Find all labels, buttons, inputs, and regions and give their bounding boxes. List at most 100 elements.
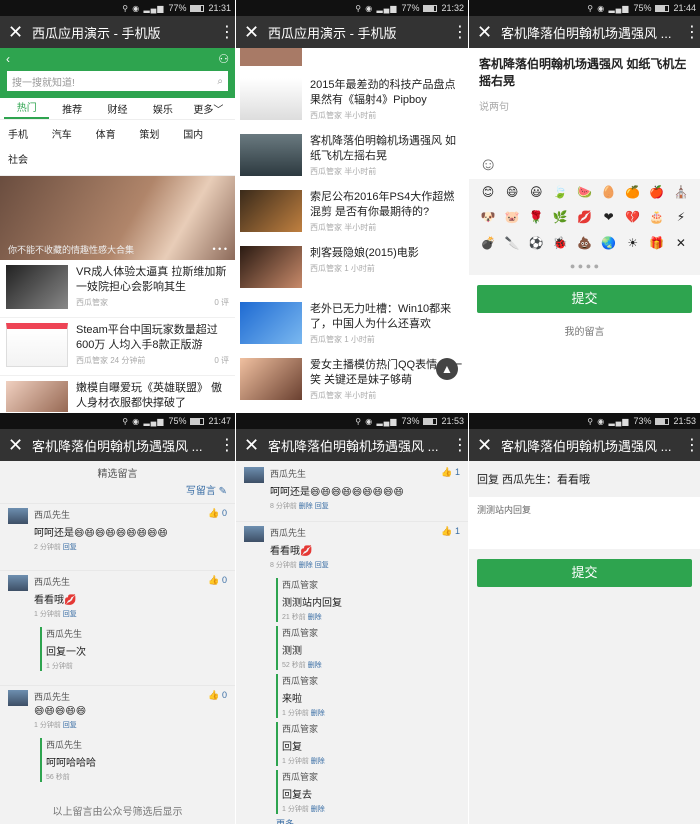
close-icon[interactable]: ✕ (477, 23, 492, 41)
more-menu-icon[interactable]: ⋮ (684, 435, 700, 455)
more-menu-icon[interactable]: ⋮ (219, 22, 235, 42)
emoji-icon[interactable]: 🔪 (501, 236, 523, 255)
emoji-icon[interactable]: ❤ (598, 210, 620, 229)
emoji-icon[interactable]: 😊 (477, 185, 499, 204)
category-item[interactable]: 汽车 (52, 126, 96, 145)
section-header: 精选留言 (97, 469, 138, 480)
category-tabs: 热门 推荐 财经 娱乐 更多﹀ (0, 98, 235, 120)
emoji-icon[interactable]: ⚽ (525, 236, 547, 255)
tab-entertainment[interactable]: 娱乐 (140, 101, 185, 116)
like-button[interactable]: 👍 0 (208, 508, 227, 521)
delete-link[interactable]: 删除 (311, 806, 325, 813)
avatar (8, 575, 28, 591)
comment-input[interactable]: 说两句 (469, 98, 700, 150)
news-item[interactable]: 爱女主播模仿热门QQ表情 君一笑 关键还是妹子够萌 西瓜管家 半小时前 (236, 354, 468, 410)
emoji-icon[interactable]: 🍎 (646, 185, 668, 204)
back-icon[interactable]: ‹ (6, 52, 10, 68)
search-input[interactable]: 搜一搜就知道! ⌕ (6, 70, 229, 92)
emoji-icon[interactable]: 💔 (622, 210, 644, 229)
reply-input[interactable]: 测测站内回复 (469, 497, 700, 549)
footer-note: 以上留言由公众号筛选后显示 (52, 807, 183, 818)
tab-recommend[interactable]: 推荐 (49, 101, 94, 116)
search-icon[interactable]: ⌕ (217, 76, 223, 87)
news-item[interactable]: 2015年最差劲的科技产品盘点 果然有《辐射4》Pipboy 西瓜管家 半小时前 (236, 74, 468, 130)
emoji-icon[interactable]: 😃 (525, 185, 547, 204)
delete-link[interactable]: 删除 (311, 758, 325, 765)
more-menu-icon[interactable]: ⋮ (219, 435, 235, 455)
delete-link[interactable]: 删除 (299, 562, 313, 569)
like-button[interactable]: 👍 0 (208, 575, 227, 588)
emoji-icon[interactable]: 🥚 (598, 185, 620, 204)
category-item[interactable]: 策划 (139, 126, 183, 145)
tab-finance[interactable]: 财经 (95, 101, 140, 116)
emoji-icon[interactable]: 💣 (477, 236, 499, 255)
close-icon[interactable]: ✕ (244, 23, 259, 41)
delete-link[interactable]: 删除 (299, 503, 313, 510)
user-icon[interactable]: ⚇ (218, 52, 229, 68)
emoji-icon[interactable]: ⛪ (670, 185, 692, 204)
news-thumbnail (6, 381, 68, 412)
category-item[interactable]: 国内 (183, 126, 227, 145)
comment-item: 西瓜先生 👍 0 呵呵还是😄😄😄😄😄😄😄😄😄 2 分钟前 回复 (0, 503, 235, 556)
category-item[interactable]: 社会 (8, 151, 52, 170)
news-item[interactable]: VR成人体验太逼真 拉斯维加斯一妓院担心会影响其生 西瓜管家 0 评 (0, 260, 235, 318)
close-icon[interactable]: ✕ (8, 436, 23, 454)
emoji-icon[interactable]: 😄 (501, 185, 523, 204)
reply-link[interactable]: 回复 (315, 562, 329, 569)
emoji-icon[interactable]: 🎁 (646, 236, 668, 255)
like-button[interactable]: 👍 1 (441, 467, 460, 480)
emoji-icon[interactable]: 🍉 (573, 185, 595, 204)
close-icon[interactable]: ✕ (244, 436, 259, 454)
delete-link[interactable]: 删除 (308, 614, 322, 621)
like-button[interactable]: 👍 1 (441, 526, 460, 539)
emoji-icon[interactable]: 🌿 (549, 210, 571, 229)
emoji-toggle-icon[interactable]: ☺ (479, 154, 497, 174)
tab-hot[interactable]: 热门 (4, 99, 50, 119)
tab-more[interactable]: 更多﹀ (186, 101, 231, 116)
category-item[interactable]: 体育 (96, 126, 140, 145)
news-thumbnail (240, 302, 302, 344)
submit-button[interactable]: 提交 (477, 559, 692, 587)
reply-link[interactable]: 回复 (63, 722, 77, 729)
emoji-icon[interactable]: ☀ (622, 236, 644, 255)
reply-link[interactable]: 回复 (63, 611, 77, 618)
emoji-icon[interactable]: 🌏 (598, 236, 620, 255)
emoji-icon[interactable]: 🐞 (549, 236, 571, 255)
close-icon[interactable]: ✕ (8, 23, 23, 41)
news-item[interactable]: 索尼公布2016年PS4大作超燃混剪 是否有你最期待的? 西瓜管家 半小时前 (236, 186, 468, 242)
news-item[interactable]: 刺客聂隐娘(2015)电影 西瓜管家 1 小时前 (236, 242, 468, 298)
emoji-icon[interactable]: 🍃 (549, 185, 571, 204)
news-item[interactable]: Steam平台中国玩家数量超过600万 人均入手8款正版游 西瓜管家 24 分钟… (0, 318, 235, 376)
my-comments-link[interactable]: 我的留言 (469, 323, 700, 338)
like-button[interactable]: 👍 0 (208, 690, 227, 703)
more-link[interactable]: 更多 (276, 817, 468, 824)
app-bar: ✕ 客机降落伯明翰机场遇强风 ... ⋮ (236, 429, 468, 461)
emoji-icon[interactable]: 🐶 (477, 210, 499, 229)
write-comment-link[interactable]: 写留言 ✎ (186, 482, 227, 497)
delete-emoji-icon[interactable]: ✕ (670, 236, 692, 255)
emoji-icon[interactable]: 🍊 (622, 185, 644, 204)
delete-link[interactable]: 删除 (311, 710, 325, 717)
reply-link[interactable]: 回复 (63, 544, 77, 551)
submit-button[interactable]: 提交 (477, 285, 692, 313)
app-bar: ✕ 西瓜应用演示 - 手机版 ⋮ (236, 16, 468, 48)
delete-link[interactable]: 删除 (308, 662, 322, 669)
news-item[interactable]: 客机降落伯明翰机场遇强风 如纸飞机左摇右晃 西瓜管家 半小时前 (236, 130, 468, 186)
emoji-icon[interactable]: 🐷 (501, 210, 523, 229)
more-menu-icon[interactable]: ⋮ (452, 22, 468, 42)
news-thumbnail (240, 134, 302, 176)
emoji-icon[interactable]: 🎂 (646, 210, 668, 229)
news-item[interactable]: 嫩模自曝爱玩《英雄联盟》 傲人身材衣服都快撑破了 (0, 376, 235, 412)
close-icon[interactable]: ✕ (477, 436, 492, 454)
emoji-icon[interactable]: ⚡ (670, 210, 692, 229)
emoji-icon[interactable]: 🌹 (525, 210, 547, 229)
news-item[interactable]: 老外已无力吐槽：Win10都来了，中国人为什么还喜欢 西瓜管家 1 小时前 (236, 298, 468, 354)
scroll-top-button[interactable]: ▲ (436, 358, 458, 380)
more-menu-icon[interactable]: ⋮ (452, 435, 468, 455)
hero-banner[interactable]: 你不能不收藏的情趣性感大合集 • • • (0, 176, 235, 260)
category-item[interactable]: 手机 (8, 126, 52, 145)
emoji-icon[interactable]: 💩 (573, 236, 595, 255)
emoji-icon[interactable]: 💋 (573, 210, 595, 229)
reply-link[interactable]: 回复 (315, 503, 329, 510)
more-menu-icon[interactable]: ⋮ (684, 22, 700, 42)
